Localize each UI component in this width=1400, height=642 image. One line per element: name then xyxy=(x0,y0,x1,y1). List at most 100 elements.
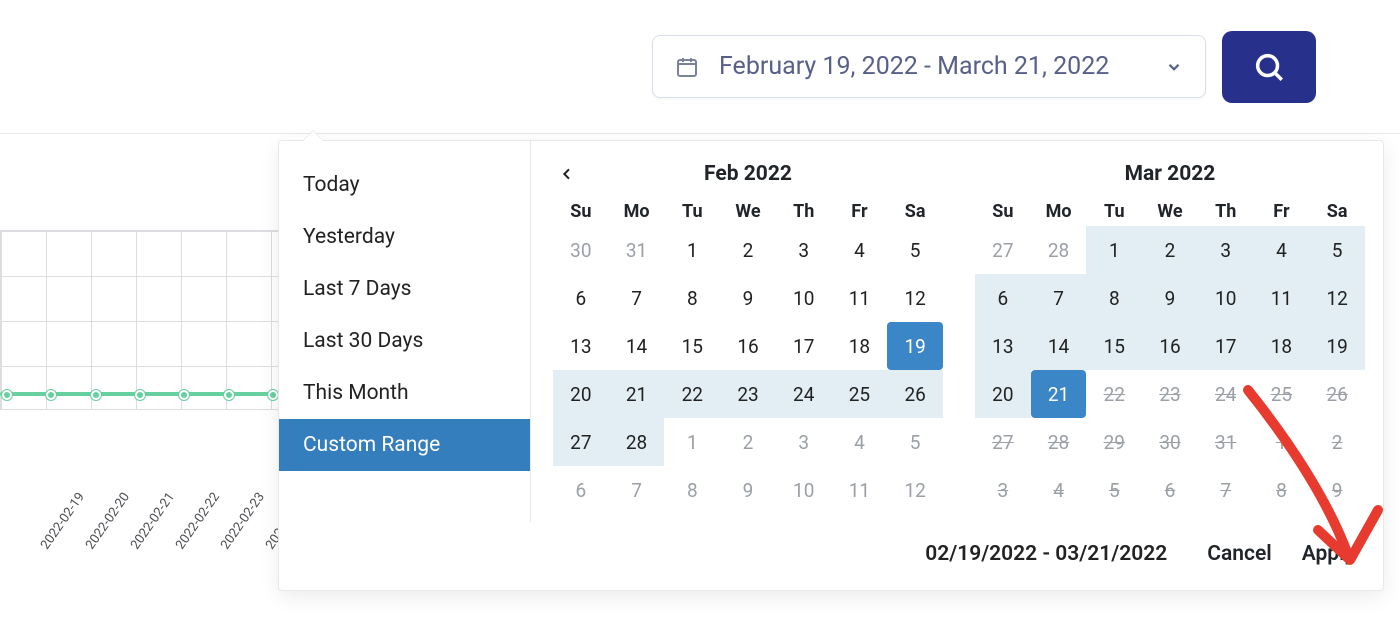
day-cell[interactable]: 25 xyxy=(832,370,888,418)
day-cell[interactable]: 28 xyxy=(609,418,665,466)
day-cell[interactable]: 6 xyxy=(975,274,1031,322)
preset-last-30-days[interactable]: Last 30 Days xyxy=(279,315,530,367)
preset-today[interactable]: Today xyxy=(279,159,530,211)
day-cell[interactable]: 11 xyxy=(832,274,888,322)
day-cell[interactable]: 27 xyxy=(553,418,609,466)
day-cell[interactable]: 10 xyxy=(1198,274,1254,322)
day-cell[interactable]: 18 xyxy=(832,322,888,370)
day-cell[interactable]: 3 xyxy=(1198,226,1254,274)
day-cell[interactable]: 14 xyxy=(609,322,665,370)
dow-cell: Sa xyxy=(1309,201,1365,222)
day-cell: 1 xyxy=(1254,418,1310,466)
preset-yesterday[interactable]: Yesterday xyxy=(279,211,530,263)
day-cell[interactable]: 23 xyxy=(720,370,776,418)
day-cell[interactable]: 18 xyxy=(1254,322,1310,370)
day-cell[interactable]: 20 xyxy=(975,370,1031,418)
day-cell[interactable]: 8 xyxy=(664,274,720,322)
day-cell[interactable]: 17 xyxy=(1198,322,1254,370)
cancel-button[interactable]: Cancel xyxy=(1207,542,1271,566)
chart-xlabels: 2022-02-19 2022-02-20 2022-02-21 2022-02… xyxy=(0,420,280,520)
day-cell[interactable]: 3 xyxy=(776,418,832,466)
topbar: February 19, 2022 - March 21, 2022 xyxy=(0,0,1400,134)
day-cell[interactable]: 10 xyxy=(776,466,832,514)
day-cell[interactable]: 16 xyxy=(1142,322,1198,370)
day-cell[interactable]: 9 xyxy=(1142,274,1198,322)
apply-button[interactable]: Apply xyxy=(1302,542,1355,566)
day-cell[interactable]: 15 xyxy=(1086,322,1142,370)
day-cell[interactable]: 8 xyxy=(1086,274,1142,322)
days-grid-right: 2728123456789101112131415161718192021222… xyxy=(975,226,1365,514)
day-cell[interactable]: 26 xyxy=(887,370,943,418)
day-cell[interactable]: 3 xyxy=(776,226,832,274)
day-cell[interactable]: 14 xyxy=(1031,322,1087,370)
day-cell[interactable]: 9 xyxy=(720,274,776,322)
day-cell[interactable]: 5 xyxy=(887,226,943,274)
preset-last-7-days[interactable]: Last 7 Days xyxy=(279,263,530,315)
dow-cell: Tu xyxy=(1086,201,1142,222)
day-cell[interactable]: 5 xyxy=(887,418,943,466)
search-button[interactable] xyxy=(1222,31,1316,103)
day-cell[interactable]: 21 xyxy=(1031,370,1087,418)
day-cell[interactable]: 31 xyxy=(609,226,665,274)
date-range-label: February 19, 2022 - March 21, 2022 xyxy=(719,52,1145,81)
day-cell[interactable]: 8 xyxy=(664,466,720,514)
day-cell: 6 xyxy=(1142,466,1198,514)
day-cell[interactable]: 28 xyxy=(1031,226,1087,274)
day-cell[interactable]: 12 xyxy=(887,466,943,514)
day-cell[interactable]: 30 xyxy=(553,226,609,274)
day-cell: 23 xyxy=(1142,370,1198,418)
day-cell[interactable]: 7 xyxy=(609,466,665,514)
day-cell[interactable]: 19 xyxy=(887,322,943,370)
day-cell[interactable]: 6 xyxy=(553,466,609,514)
dow-cell: Th xyxy=(776,201,832,222)
day-cell[interactable]: 12 xyxy=(1309,274,1365,322)
dow-row: SuMoTuWeThFrSa xyxy=(975,201,1365,222)
day-cell: 2 xyxy=(1309,418,1365,466)
day-cell: 8 xyxy=(1254,466,1310,514)
day-cell[interactable]: 24 xyxy=(776,370,832,418)
day-cell[interactable]: 13 xyxy=(975,322,1031,370)
day-cell[interactable]: 22 xyxy=(664,370,720,418)
preset-this-month[interactable]: This Month xyxy=(279,367,530,419)
day-cell[interactable]: 2 xyxy=(720,226,776,274)
day-cell[interactable]: 9 xyxy=(720,466,776,514)
day-cell[interactable]: 7 xyxy=(1031,274,1087,322)
picker-footer: 02/19/2022 - 03/21/2022 Cancel Apply xyxy=(279,522,1383,590)
day-cell[interactable]: 1 xyxy=(1086,226,1142,274)
preset-custom-range[interactable]: Custom Range xyxy=(279,419,530,471)
day-cell[interactable]: 13 xyxy=(553,322,609,370)
day-cell[interactable]: 20 xyxy=(553,370,609,418)
calendar-left-title: Feb 2022 xyxy=(704,162,792,186)
day-cell[interactable]: 17 xyxy=(776,322,832,370)
calendar-icon xyxy=(675,55,699,79)
day-cell[interactable]: 4 xyxy=(832,226,888,274)
day-cell[interactable]: 27 xyxy=(975,226,1031,274)
day-cell[interactable]: 6 xyxy=(553,274,609,322)
day-cell[interactable]: 15 xyxy=(664,322,720,370)
day-cell[interactable]: 21 xyxy=(609,370,665,418)
day-cell: 9 xyxy=(1309,466,1365,514)
day-cell: 4 xyxy=(1031,466,1087,514)
day-cell[interactable]: 2 xyxy=(1142,226,1198,274)
day-cell[interactable]: 11 xyxy=(1254,274,1310,322)
day-cell[interactable]: 16 xyxy=(720,322,776,370)
dow-cell: Fr xyxy=(832,201,888,222)
day-cell[interactable]: 10 xyxy=(776,274,832,322)
day-cell[interactable]: 1 xyxy=(664,418,720,466)
date-range-input[interactable]: February 19, 2022 - March 21, 2022 xyxy=(652,35,1206,98)
day-cell[interactable]: 7 xyxy=(609,274,665,322)
day-cell[interactable]: 11 xyxy=(832,466,888,514)
day-cell: 3 xyxy=(975,466,1031,514)
day-cell[interactable]: 19 xyxy=(1309,322,1365,370)
dow-cell: Fr xyxy=(1254,201,1310,222)
day-cell[interactable]: 5 xyxy=(1309,226,1365,274)
day-cell: 5 xyxy=(1086,466,1142,514)
prev-month-button[interactable] xyxy=(553,160,581,188)
day-cell[interactable]: 4 xyxy=(832,418,888,466)
chart-points xyxy=(0,390,280,400)
day-cell[interactable]: 2 xyxy=(720,418,776,466)
day-cell[interactable]: 12 xyxy=(887,274,943,322)
day-cell[interactable]: 4 xyxy=(1254,226,1310,274)
day-cell[interactable]: 1 xyxy=(664,226,720,274)
dow-cell: Su xyxy=(975,201,1031,222)
